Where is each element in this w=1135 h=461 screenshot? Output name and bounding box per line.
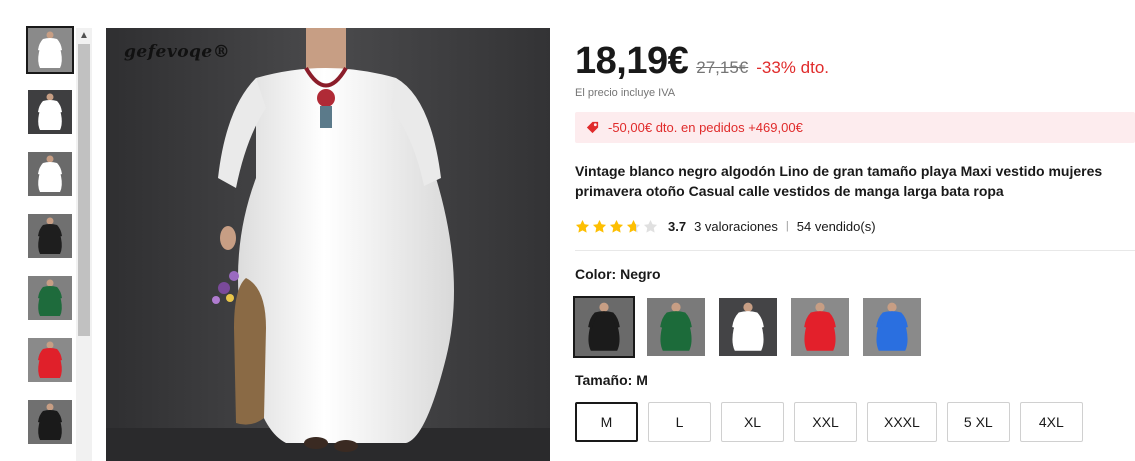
reviews-count-link[interactable]: 3 valoraciones [694, 219, 778, 234]
size-label: Tamaño: M [575, 372, 1135, 388]
color-label: Color: Negro [575, 266, 1135, 282]
size-option-button[interactable]: M [575, 402, 638, 442]
rating-separator: | [785, 220, 789, 232]
color-swatch-negro[interactable] [573, 296, 635, 358]
thumbnail-scrollbar[interactable]: ▲ [76, 28, 92, 461]
thumbnail-black-dress[interactable] [28, 214, 72, 258]
thumbnail-red-dress[interactable] [28, 338, 72, 382]
size-option-button[interactable]: XXL [794, 402, 857, 442]
color-swatch-blanco[interactable] [719, 298, 777, 356]
coupon-text: -50,00€ dto. en pedidos +469,00€ [608, 120, 803, 135]
thumbnail-green-dress[interactable] [28, 276, 72, 320]
thumbnail-image [28, 152, 72, 196]
thumbnail-white-dress[interactable] [28, 152, 72, 196]
thumbnail-image [28, 214, 72, 258]
rating-value: 3.7 [668, 218, 687, 234]
thumbnail-image [28, 338, 72, 382]
product-info: 18,19€ 27,15€ -33% dto. El precio incluy… [573, 40, 1135, 442]
star-icon [626, 219, 641, 233]
star-icon [643, 219, 658, 233]
scrollbar-thumb[interactable] [78, 44, 90, 336]
tax-note: El precio incluye IVA [575, 87, 676, 99]
discount-percent: -33% dto. [756, 58, 829, 77]
size-options: M L XL XXL XXXL 5 XL 4XL [575, 402, 1135, 442]
size-option-button[interactable]: 5 XL [946, 402, 1010, 442]
size-selected-value: M [636, 372, 648, 388]
color-swatch-rojo[interactable] [791, 298, 849, 356]
original-price: 27,15€ [696, 58, 749, 77]
size-label-text: Tamaño: [575, 372, 637, 388]
thumbnail-image [28, 276, 72, 320]
thumbnail-list [26, 26, 74, 461]
color-swatch-verde[interactable] [647, 298, 705, 356]
product-photo [106, 28, 550, 461]
scroll-up-arrow-icon[interactable]: ▲ [76, 28, 92, 42]
color-selected-value: Negro [620, 266, 661, 282]
thumbnail-white-dress[interactable] [26, 26, 74, 74]
price-row: 18,19€ 27,15€ -33% dto. [575, 40, 1135, 82]
thumbnail-image [28, 400, 72, 444]
product-title: Vintage blanco negro algodón Lino de gra… [575, 163, 1103, 199]
color-swatches [573, 296, 1135, 358]
color-swatch-azul[interactable] [863, 298, 921, 356]
rating-stars [575, 219, 658, 234]
size-option-button[interactable]: L [648, 402, 711, 442]
swatch-image [647, 298, 705, 356]
thumbnail-white-dress[interactable] [28, 90, 72, 134]
star-icon [609, 219, 624, 233]
coupon-banner[interactable]: -50,00€ dto. en pedidos +469,00€ [575, 112, 1135, 143]
star-icon [592, 219, 607, 233]
swatch-image [791, 298, 849, 356]
thumbnail-image [28, 90, 72, 134]
divider [575, 250, 1135, 251]
swatch-image [863, 298, 921, 356]
size-option-button[interactable]: XXXL [867, 402, 937, 442]
thumbnail-image [28, 28, 72, 72]
swatch-image [719, 298, 777, 356]
size-option-button[interactable]: 4XL [1019, 402, 1083, 442]
brand-watermark: gefevoqe® [124, 42, 231, 62]
main-product-image[interactable]: gefevoqe® [106, 28, 550, 461]
sold-count: 54 vendido(s) [796, 218, 876, 234]
coupon-tag-icon [586, 121, 599, 134]
rating-row: 3.7 3 valoraciones | 54 vendido(s) [575, 217, 1135, 235]
size-option-button[interactable]: XL [721, 402, 784, 442]
star-icon [575, 219, 590, 233]
swatch-image [575, 298, 633, 356]
thumbnail-black-dress[interactable] [28, 400, 72, 444]
product-page: ▲ gefevoqe® 18,19€ 27,15€ -33% dto. El p… [0, 0, 1135, 461]
current-price: 18,19€ [575, 40, 689, 82]
color-label-text: Color: [575, 266, 621, 282]
